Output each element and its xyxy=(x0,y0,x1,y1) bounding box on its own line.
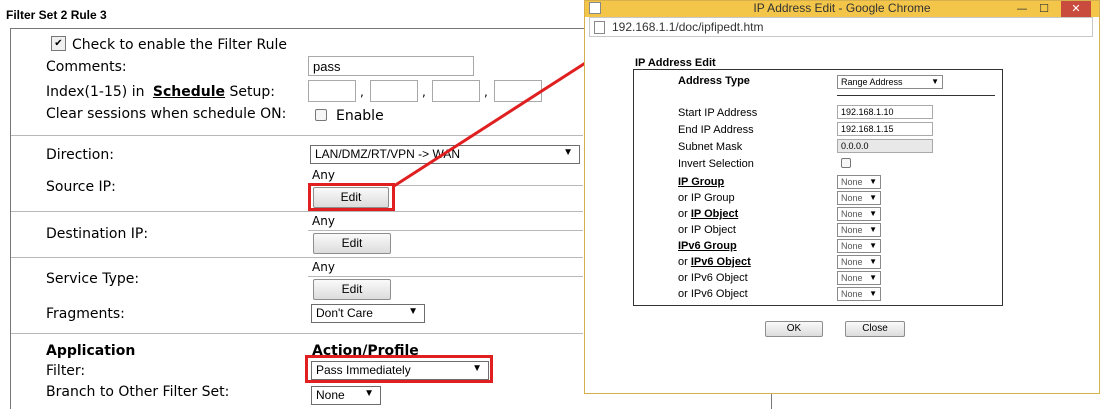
ipv6-object-value: None xyxy=(841,289,863,299)
or-ipv6-object-label: or IPv6 Object xyxy=(678,288,748,300)
ip-object-select-2[interactable]: None ▼ xyxy=(837,223,881,237)
ip-object-value: None xyxy=(841,225,863,235)
close-button[interactable]: Close xyxy=(845,321,905,337)
or-prefix: or xyxy=(678,208,691,220)
ip-group-value: None xyxy=(841,177,863,187)
header-rule xyxy=(837,95,995,96)
start-ip-input[interactable]: 192.168.1.10 xyxy=(837,105,933,119)
maximize-icon[interactable]: ☐ xyxy=(1033,1,1055,17)
chevron-down-icon: ▼ xyxy=(869,273,877,282)
ip-group-select-2[interactable]: None ▼ xyxy=(837,191,881,205)
ip-object-select-1[interactable]: None ▼ xyxy=(837,207,881,221)
ip-group-select-1[interactable]: None ▼ xyxy=(837,175,881,189)
ipv6-group-value: None xyxy=(841,241,863,251)
chevron-down-icon: ▼ xyxy=(869,193,877,202)
ipv6-object-select-2[interactable]: None ▼ xyxy=(837,271,881,285)
ipv6-group-select[interactable]: None ▼ xyxy=(837,239,881,253)
ip-address-edit-popup: IP Address Edit - Google Chrome — ☐ ✕ 19… xyxy=(584,0,1100,394)
url-text: 192.168.1.1/doc/ipfipedt.htm xyxy=(612,20,764,34)
chevron-down-icon: ▼ xyxy=(869,257,877,266)
chevron-down-icon: ▼ xyxy=(869,177,877,186)
ip-object-label-row: or IP Object xyxy=(678,208,738,220)
ipv6-group-label[interactable]: IPv6 Group xyxy=(678,240,737,252)
chevron-down-icon: ▼ xyxy=(931,77,939,86)
chevron-down-icon: ▼ xyxy=(869,225,877,234)
address-type-label: Address Type xyxy=(678,75,750,87)
ipv6-object-select-3[interactable]: None ▼ xyxy=(837,287,881,301)
chevron-down-icon: ▼ xyxy=(869,209,877,218)
ipv6-object-label-row: or IPv6 Object xyxy=(678,256,751,268)
or-prefix: or xyxy=(678,256,691,268)
ip-object-value: None xyxy=(841,209,863,219)
ok-button[interactable]: OK xyxy=(765,321,823,337)
chevron-down-icon: ▼ xyxy=(869,289,877,298)
or-ip-group-label: or IP Group xyxy=(678,192,735,204)
address-type-select[interactable]: Range Address ▼ xyxy=(837,75,943,89)
popup-heading: IP Address Edit xyxy=(635,57,716,69)
or-ipv6-object-label: or IPv6 Object xyxy=(678,272,748,284)
ip-group-label[interactable]: IP Group xyxy=(678,176,724,188)
minimize-icon[interactable]: — xyxy=(1011,1,1033,17)
ipv6-object-select-1[interactable]: None ▼ xyxy=(837,255,881,269)
chevron-down-icon: ▼ xyxy=(869,241,877,250)
end-ip-label: End IP Address xyxy=(678,124,754,136)
subnet-mask-label: Subnet Mask xyxy=(678,141,743,153)
start-ip-label: Start IP Address xyxy=(678,107,758,119)
url-bar[interactable]: 192.168.1.1/doc/ipfipedt.htm xyxy=(589,17,1093,37)
address-type-value: Range Address xyxy=(841,77,903,87)
ipv6-object-value: None xyxy=(841,257,863,267)
invert-selection-checkbox[interactable] xyxy=(841,158,851,168)
invert-selection-label: Invert Selection xyxy=(678,158,754,170)
ipv6-object-link[interactable]: IPv6 Object xyxy=(691,256,751,268)
page-icon xyxy=(594,21,605,34)
ip-object-link[interactable]: IP Object xyxy=(691,208,738,220)
or-ip-object-label: or IP Object xyxy=(678,224,736,236)
ip-group-value: None xyxy=(841,193,863,203)
close-icon[interactable]: ✕ xyxy=(1061,1,1091,17)
ipv6-object-value: None xyxy=(841,273,863,283)
subnet-mask-input[interactable]: 0.0.0.0 xyxy=(837,139,933,153)
end-ip-input[interactable]: 192.168.1.15 xyxy=(837,122,933,136)
